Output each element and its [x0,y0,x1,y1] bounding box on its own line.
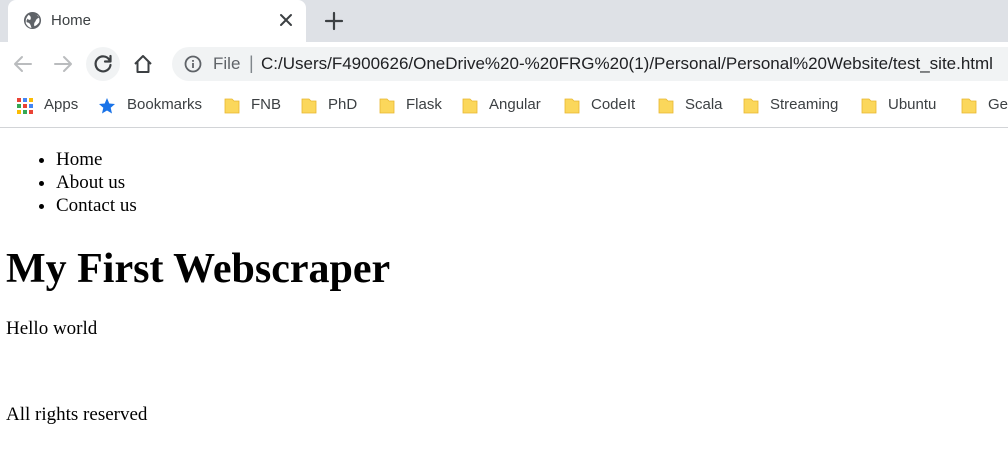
bookmarks-bar: Apps Bookmarks FNB PhD Flask Angular Cod… [0,86,1008,128]
folder-icon [861,98,877,114]
folder-icon [224,98,240,114]
bookmark-folder-streaming[interactable]: Streaming [742,95,844,117]
url-text[interactable]: C:/Users/F4900626/OneDrive%20-%20FRG%20(… [261,54,993,74]
bookmark-folder-ubuntu[interactable]: Ubuntu [860,95,942,117]
new-tab-icon[interactable] [324,11,344,31]
folder-icon [743,98,759,114]
bookmark-folder-phd[interactable]: PhD [300,95,360,117]
page-content: Home About us Contact us My First Webscr… [0,128,1008,453]
star-icon [99,98,115,114]
nav-list: Home About us Contact us [0,148,137,217]
tab-strip: Home [0,0,1008,42]
folder-icon [961,98,977,114]
tab-home[interactable]: Home [8,0,306,42]
close-tab-icon[interactable] [279,13,293,27]
address-bar[interactable]: File | C:/Users/F4900626/OneDrive%20-%20… [172,47,1008,81]
bookmark-label: Streaming [770,96,839,113]
footer-text: All rights reserved [6,404,148,425]
back-arrow-icon[interactable] [12,53,34,75]
bookmark-bookmarks[interactable]: Bookmarks [98,95,206,117]
bookmark-label: CodeIt [591,96,636,113]
folder-icon [564,98,580,114]
folder-icon [379,98,395,114]
forward-arrow-icon[interactable] [52,53,74,75]
bookmark-label: Bookmarks [127,96,203,113]
scheme-separator: | [249,53,254,73]
bookmark-label: FNB [251,96,281,113]
folder-icon [301,98,317,114]
info-icon[interactable] [184,55,202,73]
bookmark-label: Angular [489,96,541,113]
scheme-label: File [213,54,241,73]
bookmark-label: Ge [988,96,1008,113]
tab-title: Home [51,12,92,29]
folder-icon [658,98,674,114]
bookmark-label: Ubuntu [888,96,937,113]
apps-grid-icon [17,98,33,114]
nav-item-home: Home [56,148,137,171]
bookmark-folder-flask[interactable]: Flask [378,95,442,117]
page-heading: My First Webscraper [6,246,391,292]
nav-item-about: About us [56,171,137,194]
bookmark-apps[interactable]: Apps [16,95,86,117]
hello-paragraph: Hello world [6,318,98,339]
bookmark-folder-ge[interactable]: Ge [960,95,1008,117]
home-icon[interactable] [132,53,154,75]
bookmark-folder-fnb[interactable]: FNB [223,95,283,117]
folder-icon [462,98,478,114]
bookmark-folder-codeit[interactable]: CodeIt [563,95,639,117]
globe-icon [23,11,42,30]
nav-item-contact: Contact us [56,194,137,217]
reload-icon[interactable] [92,53,114,75]
toolbar: File | C:/Users/F4900626/OneDrive%20-%20… [0,42,1008,86]
bookmark-label: Flask [406,96,442,113]
bookmark-folder-angular[interactable]: Angular [461,95,545,117]
bookmark-label: Scala [685,96,723,113]
bookmark-label: Apps [44,96,79,113]
bookmark-label: PhD [328,96,358,113]
bookmark-folder-scala[interactable]: Scala [657,95,723,117]
